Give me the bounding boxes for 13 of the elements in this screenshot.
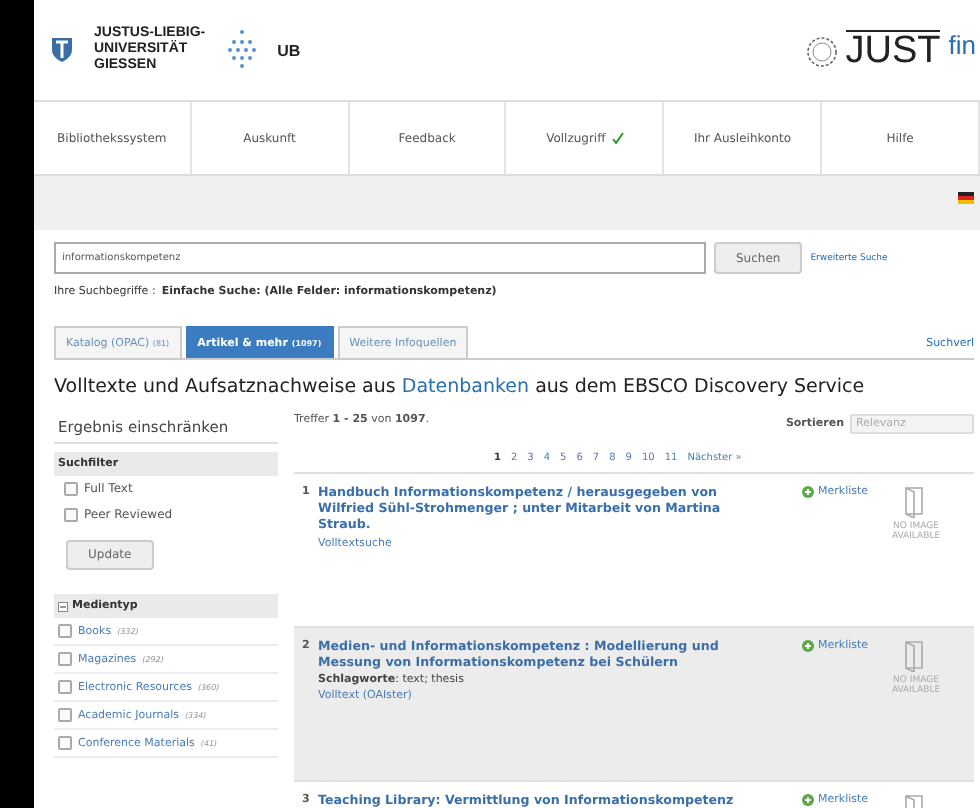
book-icon xyxy=(904,640,928,672)
book-icon xyxy=(904,486,928,518)
results-heading: Volltexte und Aufsatznachweise aus Datenbanken aus dem EBSCO Discovery Service xyxy=(54,376,867,398)
add-icon xyxy=(802,640,814,652)
databases-link[interactable]: Datenbanken xyxy=(401,376,530,398)
flag-icon xyxy=(958,192,974,204)
stamp-icon xyxy=(805,35,838,67)
shield-logo-icon xyxy=(50,36,74,64)
add-icon xyxy=(802,486,814,498)
library-logo-text: UB xyxy=(277,41,301,59)
brand-logo-suffix: fin xyxy=(948,29,976,59)
dots-logo-icon xyxy=(225,28,258,72)
brand-logo: JUST xyxy=(845,29,941,71)
